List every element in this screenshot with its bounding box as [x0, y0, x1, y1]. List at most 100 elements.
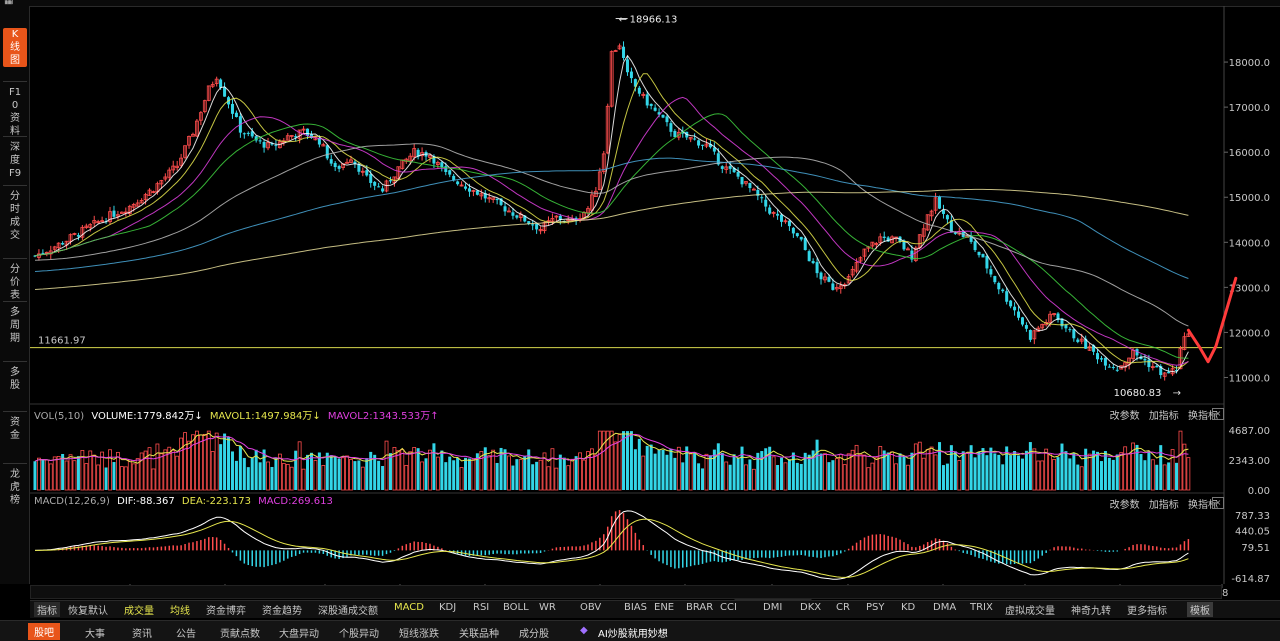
volume-bar — [274, 457, 278, 490]
vol-close-icon[interactable]: × — [1212, 408, 1224, 420]
bottom-tab-9[interactable]: 成分股 — [519, 625, 549, 640]
indicator-tab-11[interactable]: WR — [539, 602, 556, 613]
volume-bar — [365, 458, 369, 490]
volume-bar — [704, 453, 709, 491]
indicator-tab-10[interactable]: BOLL — [503, 602, 529, 613]
volume-bar — [41, 459, 45, 490]
volume-bar — [681, 462, 685, 490]
volume-bar — [874, 457, 879, 491]
indicator-tab-9[interactable]: RSI — [473, 602, 489, 613]
volume-bar — [574, 456, 578, 490]
indicator-tab-7[interactable]: MACD — [394, 602, 424, 613]
volume-bar — [890, 451, 895, 491]
price-tick-label: 17000.0 — [1229, 103, 1270, 114]
volume-bar — [1009, 455, 1013, 490]
chart-scrollbar[interactable] — [30, 585, 1222, 599]
indicator-bar: 指标 恢复默认 成交量 均线 资金博弈 资金趋势 深股通成交额 MACD KDJ RSI BOLL W… — [30, 600, 1280, 618]
volume-bar — [108, 449, 112, 491]
bottom-tab-10[interactable]: AI炒股就用妙想 — [598, 625, 668, 640]
volume-bar — [503, 449, 507, 490]
indicator-tab-5[interactable]: 资金趋势 — [262, 602, 302, 617]
indicator-tab-27[interactable]: 模板 — [1187, 602, 1213, 617]
volume-bar — [1076, 464, 1080, 490]
bottom-tab-0[interactable]: 股吧 — [28, 623, 60, 640]
volume-bar — [1052, 459, 1056, 491]
vol-params-button[interactable]: 改参数 — [1110, 411, 1140, 422]
volume-bar — [1044, 448, 1049, 491]
bottom-tab-6[interactable]: 个股异动 — [339, 625, 379, 640]
candle-body — [1013, 306, 1017, 311]
indicator-tab-4[interactable]: 资金博弈 — [206, 602, 246, 617]
candle-body — [697, 140, 701, 146]
volume-bar — [195, 430, 199, 491]
reference-price-label: 11661.97 — [38, 336, 86, 347]
volume-bar — [570, 458, 575, 491]
volume-bar — [1111, 459, 1115, 490]
indicator-tab-14[interactable]: ENE — [654, 602, 674, 613]
candle-body — [329, 159, 333, 164]
volume-bar — [444, 462, 448, 490]
macd-params-button[interactable]: 改参数 — [1110, 500, 1140, 511]
candle-body — [661, 114, 665, 118]
volume-bar — [388, 453, 392, 490]
volume-bar — [341, 457, 345, 491]
indicator-tab-20[interactable]: PSY — [866, 602, 885, 613]
indicator-tab-8[interactable]: KDJ — [439, 602, 456, 613]
indicator-tab-6[interactable]: 深股通成交额 — [318, 602, 378, 617]
indicator-tab-3[interactable]: 均线 — [170, 602, 190, 617]
indicator-tab-0[interactable]: 指标 — [34, 602, 60, 617]
indicator-tab-19[interactable]: CR — [836, 602, 850, 613]
volume-bar — [420, 461, 424, 491]
indicator-tab-18[interactable]: DKX — [800, 602, 821, 613]
volume-bar — [223, 433, 227, 490]
macd-close-icon[interactable]: × — [1212, 497, 1224, 509]
volume-bar — [428, 449, 432, 491]
indicator-tab-21[interactable]: KD — [901, 602, 915, 613]
candle-body — [333, 162, 337, 168]
indicator-tab-2[interactable]: 成交量 — [124, 602, 154, 617]
indicator-tab-13[interactable]: BIAS — [624, 602, 647, 613]
bottom-tab-1[interactable]: 大事 — [85, 625, 105, 640]
bottom-tab-4[interactable]: 贡献点数 — [220, 625, 260, 640]
volume-bar — [44, 459, 49, 491]
indicator-tab-25[interactable]: 神奇九转 — [1071, 602, 1111, 617]
volume-bar — [112, 462, 116, 490]
volume-bar — [523, 455, 527, 490]
candle-body — [1115, 369, 1119, 371]
indicator-tab-17[interactable]: DMI — [763, 602, 782, 613]
indicator-tab-23[interactable]: TRIX — [970, 602, 993, 613]
indicator-tab-1[interactable]: 恢复默认 — [68, 602, 108, 617]
indicator-tab-22[interactable]: DMA — [933, 602, 956, 613]
volume-bar — [1087, 453, 1092, 491]
volume-bar — [748, 459, 752, 490]
candle-body — [1155, 365, 1159, 368]
candle-body — [1103, 357, 1107, 366]
candle-body — [511, 212, 515, 216]
candle-body — [981, 254, 985, 258]
macd-dea-value: DEA:-223.173 — [181, 496, 251, 507]
volume-bar — [1107, 457, 1111, 490]
volume-bar — [744, 464, 748, 491]
candle-body — [748, 182, 752, 188]
bottom-tab-8[interactable]: 关联品种 — [459, 625, 499, 640]
vol-add-indicator-button[interactable]: 加指标 — [1149, 411, 1179, 422]
candle-body — [993, 276, 997, 283]
indicator-tab-15[interactable]: BRAR — [686, 602, 713, 613]
bottom-tab-3[interactable]: 公告 — [176, 625, 196, 640]
bottom-tab-2[interactable]: 资讯 — [132, 625, 152, 640]
volume-bar — [507, 455, 511, 491]
bottom-tab-5[interactable]: 大盘异动 — [279, 625, 319, 640]
volume-bar — [708, 455, 712, 490]
indicator-tab-16[interactable]: CCI — [720, 602, 737, 613]
candle-body — [41, 252, 45, 254]
volume-bar — [906, 464, 910, 491]
candle-body — [464, 186, 468, 189]
indicator-tab-24[interactable]: 虚拟成交量 — [1005, 602, 1055, 617]
bottom-tab-7[interactable]: 短线涨跌 — [399, 625, 439, 640]
indicator-tab-26[interactable]: 更多指标 — [1127, 602, 1167, 617]
macd-add-indicator-button[interactable]: 加指标 — [1149, 500, 1179, 511]
volume-bar — [131, 463, 136, 491]
indicator-tab-12[interactable]: OBV — [580, 602, 601, 613]
volume-bar — [238, 445, 242, 490]
volume-bar — [1013, 450, 1017, 490]
